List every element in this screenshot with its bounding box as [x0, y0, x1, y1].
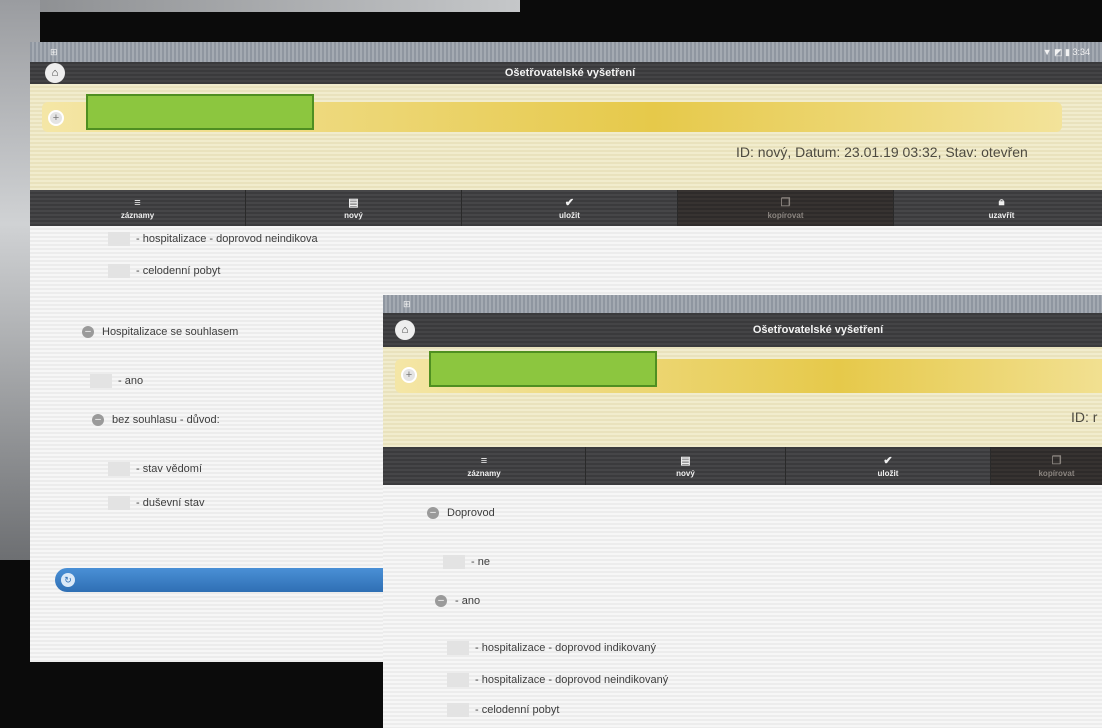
- title-bar: ⌂ Ošetřovatelské vyšetření: [383, 313, 1102, 347]
- copy-icon: ❐: [780, 197, 791, 209]
- save-label: uložit: [877, 469, 899, 478]
- photo-stage: ⊞ ▼ ◩ ▮ 3:34 ⌂ Ošetřovatelské vyšetření …: [0, 0, 1102, 728]
- minus-icon[interactable]: –: [427, 507, 439, 519]
- option-label: - duševní stav: [136, 497, 205, 509]
- action-toolbar: ≡ záznamy ▤ nový ✔ uložit ❐ kopírovat 🔒︎ uzav…: [30, 190, 1102, 226]
- page-title: Ošetřovatelské vyšetření: [752, 324, 884, 336]
- new-label: nový: [344, 211, 363, 220]
- save-button[interactable]: ✔ uložit: [462, 190, 678, 226]
- status-bar: ⊞: [383, 295, 1102, 313]
- app-icon: ⊞: [50, 46, 58, 57]
- document-icon: ▤: [680, 455, 691, 467]
- check-icon: ✔: [883, 455, 893, 467]
- redacted-patient-name: [86, 94, 314, 130]
- record-meta: ID: nový, Datum: 23.01.19 03:32, Stav: o…: [736, 144, 1028, 160]
- redacted-patient-name: [429, 351, 657, 387]
- option-checkbox[interactable]: [108, 462, 130, 476]
- lock-icon: 🔒︎: [998, 196, 1005, 208]
- option-checkbox[interactable]: [447, 641, 469, 655]
- option-label: - celodenní pobyt: [136, 265, 221, 277]
- section-ano[interactable]: – - ano: [435, 595, 480, 607]
- close-label: uzavřít: [988, 211, 1015, 220]
- record-meta-partial: ID: r: [1071, 409, 1098, 425]
- patient-header: + ID: r: [383, 347, 1102, 447]
- title-bar: ⌂ Ošetřovatelské vyšetření: [30, 62, 1102, 84]
- records-label: záznamy: [120, 210, 155, 220]
- section-hospitalizace-souhlas[interactable]: – Hospitalizace se souhlasem: [82, 326, 238, 338]
- option-dusevni-stav[interactable]: - duševní stav: [108, 496, 204, 510]
- option-ne[interactable]: - ne: [443, 555, 490, 569]
- check-icon: ✔: [564, 197, 575, 209]
- copy-button[interactable]: ❐ kopírovat: [678, 190, 894, 226]
- new-button[interactable]: ▤ nový: [246, 190, 462, 226]
- option-checkbox[interactable]: [108, 232, 130, 246]
- option-checkbox[interactable]: [90, 374, 112, 388]
- records-button[interactable]: ≡ záznamy: [30, 190, 246, 226]
- save-button[interactable]: ✔ uložit: [786, 447, 991, 485]
- refresh-icon[interactable]: ↻: [61, 573, 75, 587]
- list-icon: ≡: [134, 196, 141, 209]
- status-icons: ▼ ◩ ▮ 3:34: [1042, 46, 1090, 57]
- section-label: Hospitalizace se souhlasem: [102, 326, 239, 338]
- option-label: - ano: [118, 375, 144, 387]
- option-label: - hospitalizace - doprovod neindikova: [136, 233, 318, 245]
- status-bar: ⊞ ▼ ◩ ▮ 3:34: [30, 42, 1102, 62]
- close-record-button[interactable]: 🔒︎ uzavřít: [894, 190, 1102, 226]
- option-checkbox[interactable]: [447, 703, 469, 717]
- section-label: - ano: [455, 595, 481, 607]
- option-label: - stav vědomí: [136, 463, 203, 475]
- form-content: – Doprovod - ne – - ano - hospitalizace - …: [383, 485, 1102, 728]
- blue-action-bar[interactable]: ↻: [55, 568, 395, 592]
- copy-label: kopírovat: [1038, 469, 1075, 478]
- option-checkbox[interactable]: [108, 496, 130, 510]
- background-photo-strip: [0, 0, 520, 12]
- copy-icon: ❐: [1051, 455, 1062, 467]
- option-label: - ne: [471, 556, 490, 568]
- document-icon: ▤: [348, 197, 359, 209]
- minus-icon[interactable]: –: [82, 326, 94, 338]
- app-icon: ⊞: [403, 298, 411, 309]
- option-doprovod-neindikovany[interactable]: - hospitalizace - doprovod neindikovaný: [447, 673, 668, 687]
- option-doprovod-neindikovany[interactable]: - hospitalizace - doprovod neindikova: [108, 232, 318, 246]
- option-doprovod-indikovany[interactable]: - hospitalizace - doprovod indikovaný: [447, 641, 656, 655]
- option-stav-vedomi[interactable]: - stav vědomí: [108, 462, 202, 476]
- copy-label: kopírovat: [767, 211, 804, 220]
- action-toolbar: ≡ záznamy ▤ nový ✔ uložit ❐ kopírovat: [383, 447, 1102, 485]
- copy-button[interactable]: ❐ kopírovat: [991, 447, 1102, 485]
- plus-icon[interactable]: +: [48, 110, 64, 126]
- home-icon[interactable]: ⌂: [395, 320, 415, 340]
- option-checkbox[interactable]: [108, 264, 130, 278]
- page-title: Ošetřovatelské vyšetření: [504, 67, 636, 79]
- section-doprovod[interactable]: – Doprovod: [427, 507, 495, 519]
- records-label: záznamy: [467, 468, 501, 478]
- patient-header: + ID: nový, Datum: 23.01.19 03:32, Stav:…: [30, 84, 1102, 190]
- option-checkbox[interactable]: [443, 555, 465, 569]
- option-celodenni-pobyt[interactable]: - celodenní pobyt: [447, 703, 559, 717]
- save-label: uložit: [559, 211, 580, 220]
- status-time: 3:34: [1072, 46, 1090, 57]
- new-button[interactable]: ▤ nový: [586, 447, 786, 485]
- minus-icon[interactable]: –: [435, 595, 447, 607]
- option-celodenni-pobyt[interactable]: - celodenní pobyt: [108, 264, 220, 278]
- tablet-screen-2: ⊞ ⌂ Ošetřovatelské vyšetření + ID: r ≡ zá…: [383, 295, 1102, 728]
- home-icon[interactable]: ⌂: [45, 63, 65, 83]
- section-label: bez souhlasu - důvod:: [112, 414, 220, 426]
- option-checkbox[interactable]: [447, 673, 469, 687]
- list-icon: ≡: [480, 454, 488, 467]
- minus-icon[interactable]: –: [92, 414, 104, 426]
- option-label: - hospitalizace - doprovod indikovaný: [475, 642, 656, 654]
- new-label: nový: [676, 469, 695, 478]
- section-label: Doprovod: [447, 507, 495, 519]
- section-bez-souhlasu[interactable]: – bez souhlasu - důvod:: [92, 414, 220, 426]
- records-button[interactable]: ≡ záznamy: [383, 447, 586, 485]
- option-ano[interactable]: - ano: [90, 374, 143, 388]
- option-label: - celodenní pobyt: [475, 704, 560, 716]
- plus-icon[interactable]: +: [401, 367, 417, 383]
- option-label: - hospitalizace - doprovod neindikovaný: [475, 674, 669, 686]
